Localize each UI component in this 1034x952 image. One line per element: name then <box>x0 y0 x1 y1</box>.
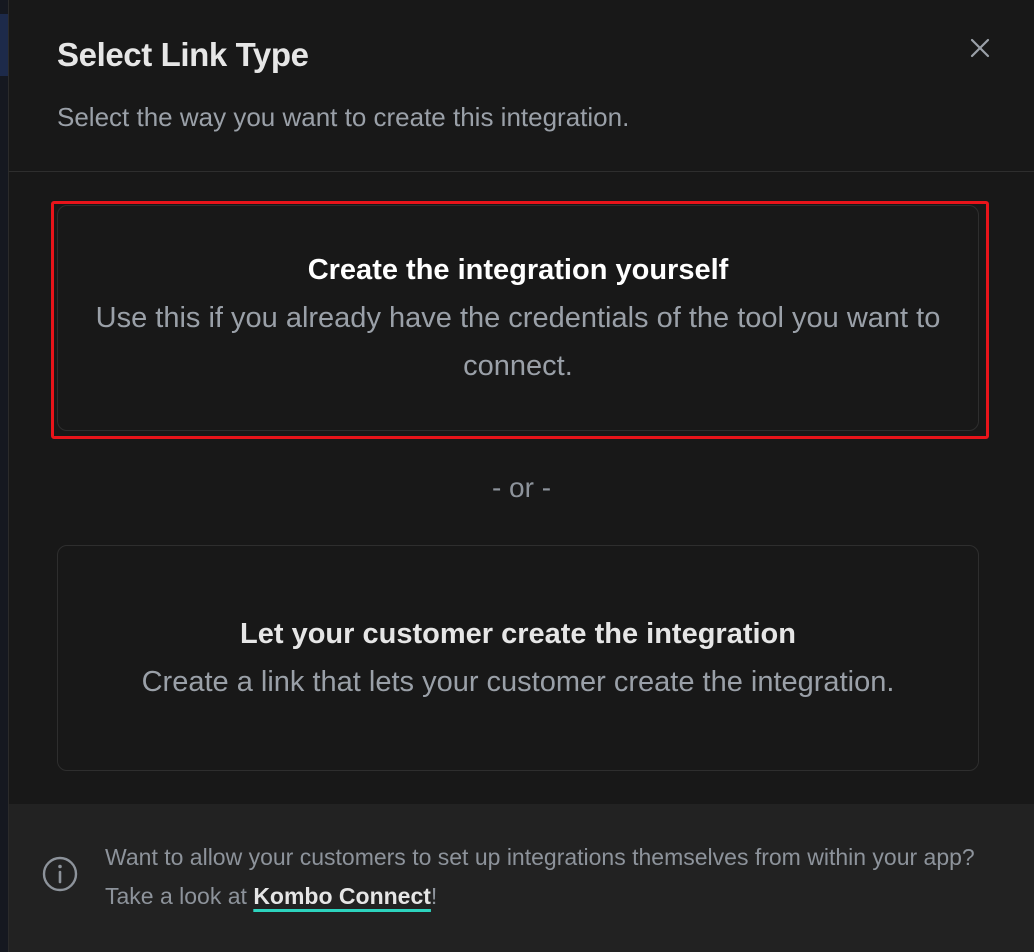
backdrop-accent <box>0 14 8 76</box>
option-title: Let your customer create the integration <box>240 618 796 650</box>
dialog-subtitle: Select the way you want to create this i… <box>57 102 630 132</box>
footer-text-end: ! <box>430 883 438 909</box>
backdrop <box>0 0 8 952</box>
info-icon <box>42 856 78 892</box>
dialog-header: Select Link Type Select the way you want… <box>9 0 1034 172</box>
option-description: Use this if you already have the credent… <box>95 302 941 382</box>
option-title: Create the integration yourself <box>307 254 729 286</box>
option-description: Create a link that lets your customer cr… <box>141 666 895 698</box>
or-divider: - or - <box>491 472 552 503</box>
kombo-connect-link[interactable]: Kombo Connect <box>253 883 431 909</box>
select-link-type-dialog: Select Link Type Select the way you want… <box>8 0 1034 952</box>
footer-note: Want to allow your customers to set up i… <box>105 838 995 916</box>
close-button[interactable] <box>965 33 995 63</box>
option-create-yourself[interactable]: Create the integration yourself Use this… <box>57 205 979 431</box>
close-icon <box>970 38 990 58</box>
option-customer-creates[interactable]: Let your customer create the integration… <box>57 545 979 771</box>
dialog-title: Select Link Type <box>57 36 309 73</box>
footer-text: Want to allow your customers to set up i… <box>105 844 975 909</box>
